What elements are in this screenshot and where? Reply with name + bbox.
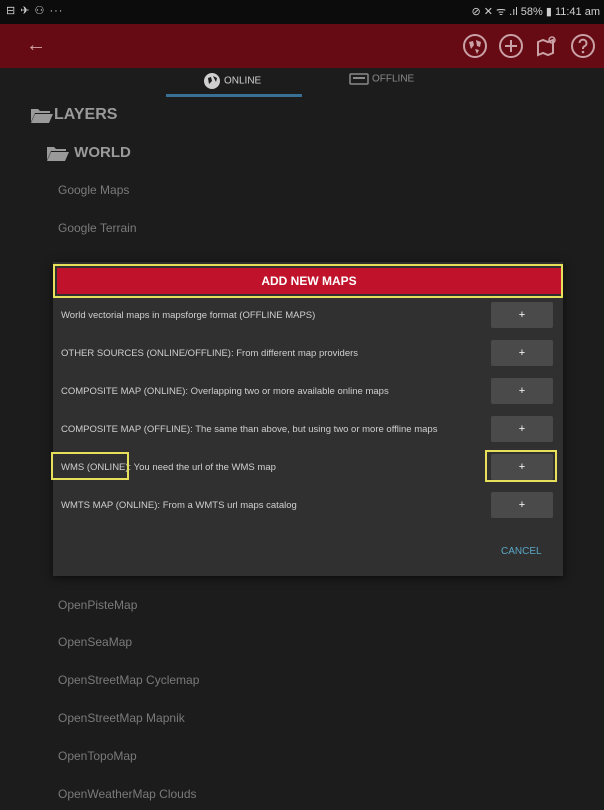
- map-settings-icon[interactable]: [534, 33, 560, 59]
- option-label: World vectorial maps in mapsforge format…: [61, 310, 316, 321]
- add-other-sources-button[interactable]: +: [491, 340, 553, 366]
- add-composite-online-button[interactable]: +: [491, 378, 553, 404]
- map-item[interactable]: OpenStreetMap Mapnik: [58, 711, 185, 725]
- tab-indicator: [166, 94, 302, 97]
- status-icons-right: ⊘ ✕ ᯤ .ıl 58% ▮ 11:41 am: [471, 6, 601, 18]
- option-label: OTHER SOURCES (ONLINE/OFFLINE): From dif…: [61, 348, 359, 359]
- add-maps-dialog: ADD NEW MAPS World vectorial maps in map…: [51, 262, 563, 576]
- option-label: COMPOSITE MAP (OFFLINE): The same than a…: [61, 424, 438, 435]
- add-wms-button[interactable]: +: [491, 454, 553, 480]
- world-map-icon[interactable]: [462, 33, 488, 59]
- tab-offline-label: OFFLINE: [372, 73, 415, 85]
- option-label: WMTS MAP (ONLINE): From a WMTS url maps …: [61, 500, 297, 511]
- map-item[interactable]: OpenPisteMap: [58, 598, 137, 612]
- map-item[interactable]: OpenSeaMap: [58, 635, 132, 649]
- folder-layers[interactable]: LAYERS: [30, 106, 117, 124]
- folder-open-icon: [47, 147, 69, 162]
- help-icon[interactable]: [570, 33, 596, 59]
- cancel-button[interactable]: CANCEL: [501, 546, 542, 557]
- map-item[interactable]: OpenTopoMap: [58, 749, 137, 763]
- option-label: COMPOSITE MAP (ONLINE): Overlapping two …: [61, 386, 389, 397]
- status-icons-left: ⊟ ✈ ⚇ ···: [6, 5, 64, 17]
- globe-icon: [204, 73, 220, 89]
- folder-open-icon: [31, 109, 53, 123]
- map-item[interactable]: Google Maps: [58, 183, 129, 197]
- folder-world[interactable]: WORLD: [46, 144, 131, 162]
- tab-bar: ONLINE OFFLINE: [0, 68, 604, 98]
- add-vectorial-button[interactable]: +: [491, 302, 553, 328]
- world-label: WORLD: [74, 144, 131, 161]
- map-item[interactable]: Google Terrain: [58, 221, 137, 235]
- layers-label: LAYERS: [54, 106, 118, 124]
- add-wmts-button[interactable]: +: [491, 492, 553, 518]
- tab-online[interactable]: ONLINE: [203, 72, 261, 94]
- map-item[interactable]: OpenStreetMap Cyclemap: [58, 673, 199, 687]
- option-label: WMS (ONLINE): You need the url of the WM…: [61, 462, 276, 473]
- add-circle-icon[interactable]: [498, 33, 524, 59]
- back-arrow-icon[interactable]: ←: [26, 34, 46, 57]
- storage-icon: [349, 73, 369, 85]
- status-bar: ⊟ ✈ ⚇ ··· ⊘ ✕ ᯤ .ıl 58% ▮ 11:41 am: [0, 0, 604, 24]
- map-item[interactable]: OpenWeatherMap Clouds: [58, 787, 197, 801]
- app-bar: ←: [0, 24, 604, 68]
- tab-online-label: ONLINE: [224, 75, 262, 87]
- dialog-title[interactable]: ADD NEW MAPS: [57, 268, 561, 294]
- tab-offline[interactable]: OFFLINE: [349, 72, 414, 94]
- add-composite-offline-button[interactable]: +: [491, 416, 553, 442]
